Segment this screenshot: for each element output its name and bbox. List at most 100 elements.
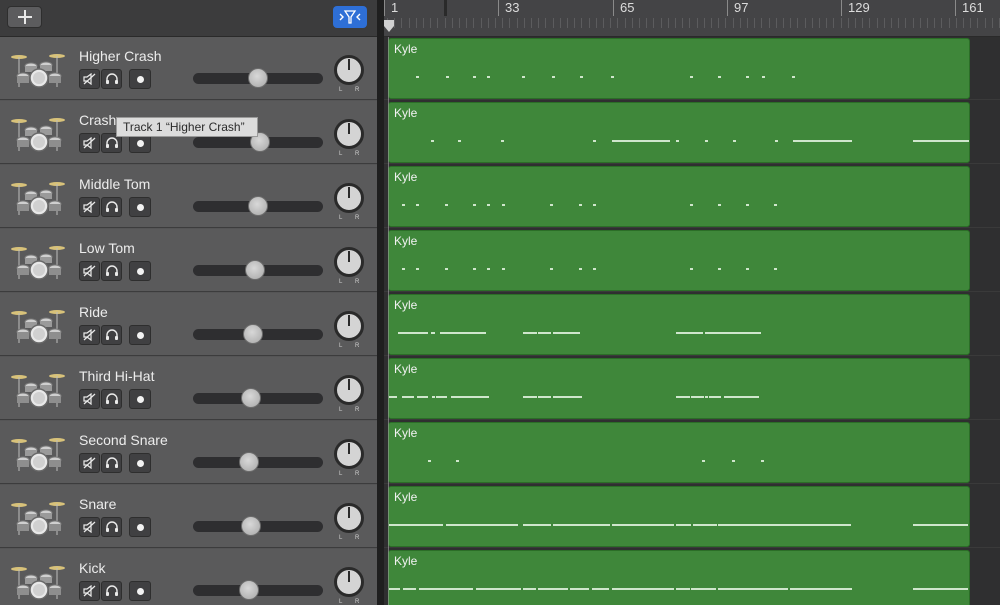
ruler-tick	[841, 0, 842, 16]
pan-knob-pointer	[348, 59, 350, 70]
mute-button[interactable]	[79, 581, 100, 601]
track-lane[interactable]: Kyle	[384, 165, 1000, 228]
record-enable-button[interactable]	[129, 581, 151, 601]
record-enable-button[interactable]	[129, 517, 151, 537]
mute-button[interactable]	[79, 325, 100, 345]
solo-button[interactable]	[101, 389, 122, 409]
volume-slider-thumb[interactable]	[244, 260, 265, 280]
midi-note	[446, 76, 449, 78]
ruler-bar-number: 65	[620, 0, 635, 15]
volume-slider-thumb[interactable]	[242, 324, 263, 344]
pan-knob[interactable]	[334, 503, 364, 533]
pan-knob[interactable]	[334, 311, 364, 341]
mute-button[interactable]	[79, 197, 100, 217]
solo-button[interactable]	[101, 325, 122, 345]
track-name[interactable]: Higher Crash	[79, 48, 161, 64]
track-lane[interactable]: Kyle	[384, 293, 1000, 356]
pan-right-label: R	[355, 343, 360, 349]
midi-region[interactable]: Kyle	[388, 422, 970, 483]
midi-note	[389, 588, 400, 590]
midi-note	[746, 204, 749, 206]
track-lane[interactable]: Kyle	[384, 101, 1000, 164]
tracks-area[interactable]: Kyle Kyle Kyle Kyle Kyle Kyle Kyle Kyle Kyle	[384, 37, 1000, 605]
track-header[interactable]: Third Hi-Hat L R	[0, 357, 377, 420]
record-enable-button[interactable]	[129, 453, 151, 473]
volume-slider-thumb[interactable]	[241, 388, 262, 408]
cycle-marker[interactable]	[444, 0, 447, 16]
bar-ruler[interactable]: 1 33 65 97 129 161	[384, 0, 1000, 37]
pan-knob[interactable]	[334, 439, 364, 469]
record-enable-button[interactable]	[129, 389, 151, 409]
track-lane[interactable]: Kyle	[384, 229, 1000, 292]
mute-button[interactable]	[79, 517, 100, 537]
midi-note	[538, 396, 551, 398]
record-enable-button[interactable]	[129, 325, 151, 345]
solo-button[interactable]	[101, 453, 122, 473]
midi-region[interactable]: Kyle	[388, 38, 970, 99]
mute-button[interactable]	[79, 453, 100, 473]
track-name[interactable]: Snare	[79, 496, 116, 512]
midi-note	[538, 588, 568, 590]
pan-knob[interactable]	[334, 375, 364, 405]
solo-button[interactable]	[101, 517, 122, 537]
volume-slider-thumb[interactable]	[239, 452, 260, 472]
solo-button[interactable]	[101, 261, 122, 281]
track-name[interactable]: Ride	[79, 304, 108, 320]
track-header[interactable]: Second Snare L R	[0, 421, 377, 484]
pan-knob-pointer	[348, 379, 350, 390]
midi-region[interactable]: Kyle	[388, 294, 970, 355]
midi-region[interactable]: Kyle	[388, 358, 970, 419]
pan-knob[interactable]	[334, 247, 364, 277]
add-track-button[interactable]	[7, 6, 42, 28]
track-lane[interactable]: Kyle	[384, 485, 1000, 548]
track-name[interactable]: Second Snare	[79, 432, 168, 448]
pan-knob[interactable]	[334, 567, 364, 597]
solo-button[interactable]	[101, 197, 122, 217]
pan-knob[interactable]	[334, 55, 364, 85]
midi-note	[774, 204, 777, 206]
track-name[interactable]: Third Hi-Hat	[79, 368, 154, 384]
track-header[interactable]: Ride L R	[0, 293, 377, 356]
solo-button[interactable]	[101, 581, 122, 601]
track-lane[interactable]: Kyle	[384, 421, 1000, 484]
record-enable-button[interactable]	[129, 197, 151, 217]
track-header[interactable]: Middle Tom L R	[0, 165, 377, 228]
track-lane[interactable]: Kyle	[384, 549, 1000, 605]
pan-knob[interactable]	[334, 183, 364, 213]
track-lane[interactable]: Kyle	[384, 37, 1000, 100]
solo-button[interactable]	[101, 69, 122, 89]
mute-button[interactable]	[79, 69, 100, 89]
record-enable-button[interactable]	[129, 69, 151, 89]
midi-note	[705, 396, 708, 398]
midi-region[interactable]: Kyle	[388, 486, 970, 547]
track-lane[interactable]: Kyle	[384, 357, 1000, 420]
mute-button[interactable]	[79, 389, 100, 409]
pan-knob[interactable]	[334, 119, 364, 149]
track-header[interactable]: Snare L R	[0, 485, 377, 548]
pan-right-label: R	[355, 407, 360, 413]
track-name[interactable]: Low Tom	[79, 240, 135, 256]
mute-button[interactable]	[79, 261, 100, 281]
playhead-line[interactable]	[388, 37, 389, 605]
midi-region[interactable]: Kyle	[388, 230, 970, 291]
midi-note	[676, 588, 690, 590]
midi-region[interactable]: Kyle	[388, 102, 970, 163]
volume-slider-thumb[interactable]	[248, 196, 268, 216]
track-name[interactable]: Kick	[79, 560, 105, 576]
mute-button[interactable]	[79, 133, 100, 153]
volume-slider-thumb[interactable]	[248, 68, 268, 88]
midi-region[interactable]: Kyle	[388, 166, 970, 227]
track-name[interactable]: Middle Tom	[79, 176, 150, 192]
midi-region[interactable]: Kyle	[388, 550, 970, 605]
volume-slider-thumb[interactable]	[239, 580, 260, 600]
record-enable-button[interactable]	[129, 261, 151, 281]
pan-right-label: R	[355, 599, 360, 605]
column-divider[interactable]	[377, 0, 384, 605]
playhead-icon[interactable]	[384, 20, 394, 32]
track-name[interactable]: Crash	[79, 112, 116, 128]
volume-slider-thumb[interactable]	[241, 516, 262, 536]
track-header[interactable]: Low Tom L R	[0, 229, 377, 292]
track-header[interactable]: Kick L R	[0, 549, 377, 605]
catch-filter-button[interactable]	[333, 6, 367, 28]
track-header[interactable]: Higher Crash L R	[0, 37, 377, 100]
